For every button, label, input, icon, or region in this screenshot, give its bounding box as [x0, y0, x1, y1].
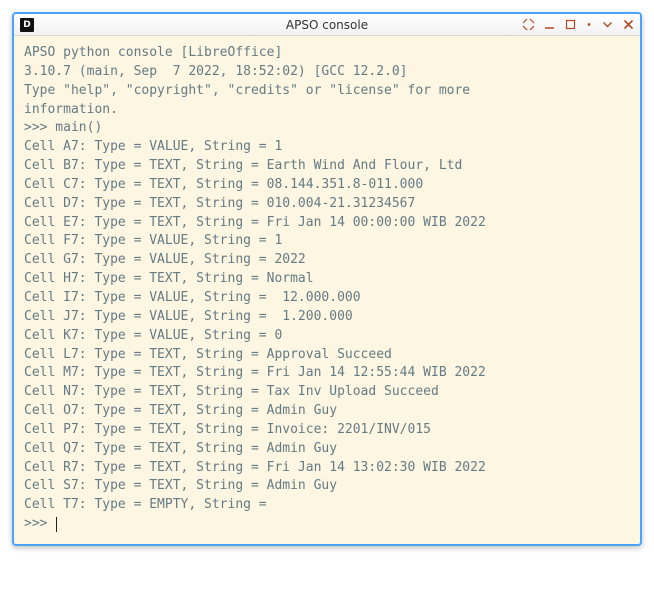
console-row: Cell F7: Type = VALUE, String = 1 — [24, 233, 282, 248]
console-prompt: >>> — [24, 515, 55, 534]
window-title: APSO console — [286, 18, 368, 32]
console-row: Cell D7: Type = TEXT, String = 010.004-2… — [24, 196, 415, 211]
text-cursor — [56, 517, 57, 532]
console-row: Cell A7: Type = VALUE, String = 1 — [24, 139, 282, 154]
console-row: Cell G7: Type = VALUE, String = 2022 — [24, 252, 306, 267]
console-header-line: 3.10.7 (main, Sep 7 2022, 18:52:02) [GCC… — [24, 64, 408, 79]
console-row: Cell J7: Type = VALUE, String = 1.200.00… — [24, 309, 353, 324]
dot-icon[interactable] — [586, 19, 592, 30]
app-icon: D — [20, 18, 34, 32]
console-row: Cell Q7: Type = TEXT, String = Admin Guy — [24, 441, 337, 456]
console-row: Cell C7: Type = TEXT, String = 08.144.35… — [24, 177, 423, 192]
minimize-icon[interactable] — [544, 19, 555, 30]
console-row: Cell R7: Type = TEXT, String = Fri Jan 1… — [24, 460, 486, 475]
console-row: Cell E7: Type = TEXT, String = Fri Jan 1… — [24, 215, 486, 230]
console-row: Cell P7: Type = TEXT, String = Invoice: … — [24, 422, 431, 437]
console-output[interactable]: APSO python console [LibreOffice] 3.10.7… — [14, 36, 640, 544]
titlebar[interactable]: D APSO console — [14, 14, 640, 36]
console-row: Cell L7: Type = TEXT, String = Approval … — [24, 347, 392, 362]
console-row: Cell S7: Type = TEXT, String = Admin Guy — [24, 478, 337, 493]
console-row: Cell O7: Type = TEXT, String = Admin Guy — [24, 403, 337, 418]
chevron-down-icon[interactable] — [602, 19, 613, 30]
console-row: Cell K7: Type = VALUE, String = 0 — [24, 328, 282, 343]
console-header-line: APSO python console [LibreOffice] — [24, 45, 282, 60]
console-prompt-line: >>> main() — [24, 120, 102, 135]
console-row: Cell B7: Type = TEXT, String = Earth Win… — [24, 158, 462, 173]
maximize-icon[interactable] — [565, 19, 576, 30]
window-controls — [523, 19, 634, 30]
console-row: Cell T7: Type = EMPTY, String = — [24, 497, 274, 512]
console-row: Cell I7: Type = VALUE, String = 12.000.0… — [24, 290, 361, 305]
console-header-line: Type "help", "copyright", "credits" or "… — [24, 83, 470, 98]
console-row: Cell H7: Type = TEXT, String = Normal — [24, 271, 314, 286]
close-icon[interactable] — [623, 19, 634, 30]
console-window: D APSO console APSO python console [Libr… — [12, 12, 642, 546]
console-header-line: information. — [24, 102, 118, 117]
console-row: Cell M7: Type = TEXT, String = Fri Jan 1… — [24, 365, 486, 380]
rollup-icon[interactable] — [523, 19, 534, 30]
console-row: Cell N7: Type = TEXT, String = Tax Inv U… — [24, 384, 439, 399]
